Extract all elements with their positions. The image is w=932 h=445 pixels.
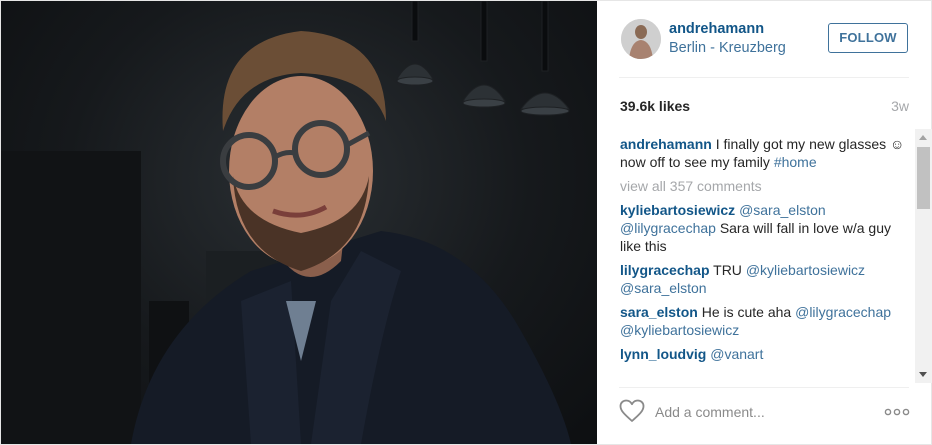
list-item: sara_elston He is cute aha @lilygracecha… bbox=[620, 303, 906, 339]
follow-button[interactable]: FOLLOW bbox=[828, 23, 908, 53]
comment-author[interactable]: sara_elston bbox=[620, 304, 698, 320]
list-item: lynn_loudvig @vanart bbox=[620, 345, 906, 363]
comment-mention[interactable]: @kyliebartosiewicz bbox=[620, 322, 739, 338]
avatar[interactable] bbox=[621, 19, 661, 59]
caption-hashtag[interactable]: #home bbox=[774, 154, 817, 170]
header-divider bbox=[619, 77, 909, 78]
list-item: lilygracechap TRU @kyliebartosiewicz @sa… bbox=[620, 261, 906, 297]
post-time[interactable]: 3w bbox=[891, 98, 909, 114]
instagram-post: andrehamann Berlin - Kreuzberg FOLLOW 39… bbox=[0, 0, 932, 445]
comments-list[interactable]: andrehamann I finally got my new glasses… bbox=[597, 129, 931, 383]
footer-divider bbox=[619, 387, 909, 388]
more-options-icon[interactable] bbox=[884, 405, 910, 419]
post-header: andrehamann Berlin - Kreuzberg FOLLOW bbox=[597, 1, 931, 78]
comment-mention[interactable]: @kyliebartosiewicz bbox=[746, 262, 865, 278]
comment-mention[interactable]: @sara_elston bbox=[739, 202, 826, 218]
list-item: kyliebartosiewicz @sara_elston @lilygrac… bbox=[620, 201, 906, 255]
caption: andrehamann I finally got my new glasses… bbox=[620, 135, 906, 171]
comment-mention[interactable]: @lilygracechap bbox=[795, 304, 891, 320]
add-comment-input[interactable] bbox=[655, 401, 865, 423]
comment-author[interactable]: lynn_loudvig bbox=[620, 346, 706, 362]
view-all-comments-link[interactable]: view all 357 comments bbox=[620, 177, 906, 195]
author-username[interactable]: andrehamann bbox=[669, 21, 764, 37]
portrait-illustration bbox=[1, 1, 571, 444]
comment-text: He is cute aha bbox=[701, 304, 792, 320]
scroll-thumb[interactable] bbox=[917, 147, 930, 209]
scroll-up-arrow-icon[interactable] bbox=[915, 129, 932, 146]
comment-mention[interactable]: @vanart bbox=[710, 346, 763, 362]
comments-scrollbar[interactable] bbox=[915, 129, 932, 383]
post-photo[interactable] bbox=[1, 1, 597, 444]
author-location[interactable]: Berlin - Kreuzberg bbox=[669, 40, 786, 56]
scroll-down-arrow-icon[interactable] bbox=[915, 366, 932, 383]
avatar-image bbox=[621, 19, 661, 59]
comment-author[interactable]: lilygracechap bbox=[620, 262, 710, 278]
comment-author[interactable]: kyliebartosiewicz bbox=[620, 202, 735, 218]
heart-icon[interactable] bbox=[619, 399, 645, 423]
likes-count[interactable]: 39.6k likes bbox=[620, 98, 690, 114]
comment-mention[interactable]: @lilygracechap bbox=[620, 220, 716, 236]
post-sidebar: andrehamann Berlin - Kreuzberg FOLLOW 39… bbox=[597, 1, 932, 444]
comment-mention[interactable]: @sara_elston bbox=[620, 280, 707, 296]
caption-author[interactable]: andrehamann bbox=[620, 136, 712, 152]
comment-text: TRU bbox=[713, 262, 742, 278]
